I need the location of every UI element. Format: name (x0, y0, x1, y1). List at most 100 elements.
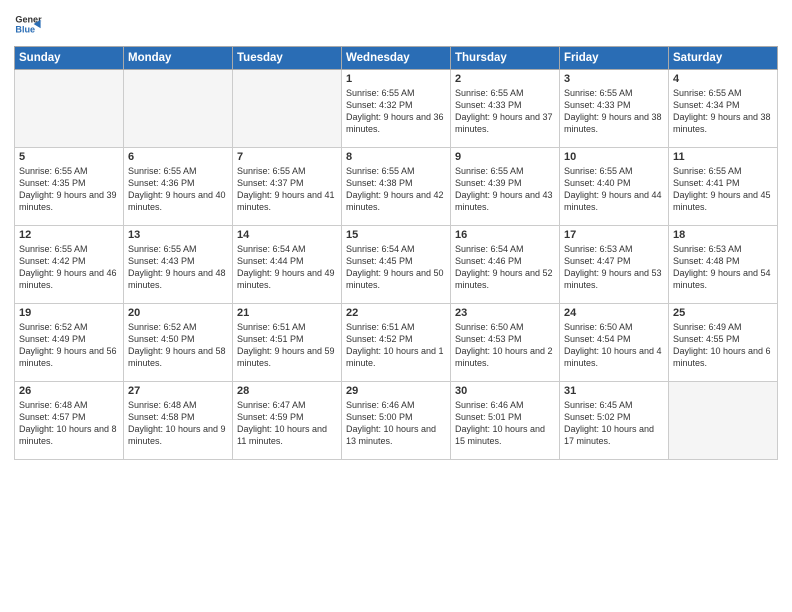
calendar-cell: 31Sunrise: 6:45 AM Sunset: 5:02 PM Dayli… (560, 382, 669, 460)
day-number: 1 (346, 73, 446, 85)
cell-content: Sunrise: 6:55 AM Sunset: 4:36 PM Dayligh… (128, 165, 228, 214)
cell-content: Sunrise: 6:55 AM Sunset: 4:35 PM Dayligh… (19, 165, 119, 214)
day-number: 23 (455, 307, 555, 319)
cell-content: Sunrise: 6:53 AM Sunset: 4:48 PM Dayligh… (673, 243, 773, 292)
calendar-cell: 20Sunrise: 6:52 AM Sunset: 4:50 PM Dayli… (124, 304, 233, 382)
col-header-thursday: Thursday (451, 47, 560, 70)
day-number: 15 (346, 229, 446, 241)
calendar-cell: 19 Sunrise: 6:52 AM Sunset: 4:49 PM Dayli… (15, 304, 124, 382)
week-row-4: 19 Sunrise: 6:52 AM Sunset: 4:49 PM Dayli… (15, 304, 778, 382)
calendar-cell: 24 Sunrise: 6:50 AM Sunset: 4:54 PM Dayli… (560, 304, 669, 382)
calendar-cell: 27 Sunrise: 6:48 AM Sunset: 4:58 PM Dayli… (124, 382, 233, 460)
calendar-cell (124, 70, 233, 148)
day-number: 14 (237, 229, 337, 241)
svg-text:Blue: Blue (15, 24, 35, 34)
calendar-cell: 5 Sunrise: 6:55 AM Sunset: 4:35 PM Daylig… (15, 148, 124, 226)
calendar-cell: 21 Sunrise: 6:51 AM Sunset: 4:51 PM Dayli… (233, 304, 342, 382)
day-number: 21 (237, 307, 337, 319)
cell-content: Sunrise: 6:55 AM Sunset: 4:34 PM Dayligh… (673, 87, 773, 136)
day-number: 12 (19, 229, 119, 241)
day-number: 27 (128, 385, 228, 397)
calendar-cell (669, 382, 778, 460)
day-number: 8 (346, 151, 446, 163)
cell-content: Sunrise: 6:45 AM Sunset: 5:02 PM Dayligh… (564, 399, 664, 448)
cell-content: Sunrise: 6:54 AM Sunset: 4:45 PM Dayligh… (346, 243, 446, 292)
cell-content: Sunrise: 6:53 AM Sunset: 4:47 PM Dayligh… (564, 243, 664, 292)
day-number: 28 (237, 385, 337, 397)
day-number: 11 (673, 151, 773, 163)
day-number: 16 (455, 229, 555, 241)
calendar-cell: 25 Sunrise: 6:49 AM Sunset: 4:55 PM Dayli… (669, 304, 778, 382)
cell-content: Sunrise: 6:50 AM Sunset: 4:53 PM Dayligh… (455, 321, 555, 370)
header: General Blue (14, 10, 778, 38)
day-number: 17 (564, 229, 664, 241)
col-header-sunday: Sunday (15, 47, 124, 70)
calendar-cell: 28Sunrise: 6:47 AM Sunset: 4:59 PM Dayli… (233, 382, 342, 460)
week-row-2: 5 Sunrise: 6:55 AM Sunset: 4:35 PM Daylig… (15, 148, 778, 226)
cell-content: Sunrise: 6:55 AM Sunset: 4:38 PM Dayligh… (346, 165, 446, 214)
cell-content: Sunrise: 6:55 AM Sunset: 4:41 PM Dayligh… (673, 165, 773, 214)
calendar-cell: 11 Sunrise: 6:55 AM Sunset: 4:41 PM Dayli… (669, 148, 778, 226)
day-number: 18 (673, 229, 773, 241)
day-number: 26 (19, 385, 119, 397)
calendar-cell: 17 Sunrise: 6:53 AM Sunset: 4:47 PM Dayli… (560, 226, 669, 304)
cell-content: Sunrise: 6:55 AM Sunset: 4:37 PM Dayligh… (237, 165, 337, 214)
day-number: 13 (128, 229, 228, 241)
day-number: 7 (237, 151, 337, 163)
cell-content: Sunrise: 6:46 AM Sunset: 5:00 PM Dayligh… (346, 399, 446, 448)
week-row-5: 26 Sunrise: 6:48 AM Sunset: 4:57 PM Dayli… (15, 382, 778, 460)
day-number: 20 (128, 307, 228, 319)
day-number: 6 (128, 151, 228, 163)
cell-content: Sunrise: 6:50 AM Sunset: 4:54 PM Dayligh… (564, 321, 664, 370)
calendar-cell: 22 Sunrise: 6:51 AM Sunset: 4:52 PM Dayli… (342, 304, 451, 382)
calendar-cell: 15 Sunrise: 6:54 AM Sunset: 4:45 PM Dayli… (342, 226, 451, 304)
day-number: 30 (455, 385, 555, 397)
cell-content: Sunrise: 6:55 AM Sunset: 4:43 PM Dayligh… (128, 243, 228, 292)
page-container: General Blue SundayMondayTuesdayWednesda… (0, 0, 792, 612)
calendar-cell (233, 70, 342, 148)
cell-content: Sunrise: 6:52 AM Sunset: 4:49 PM Dayligh… (19, 321, 119, 370)
day-number: 10 (564, 151, 664, 163)
day-number: 9 (455, 151, 555, 163)
cell-content: Sunrise: 6:55 AM Sunset: 4:32 PM Dayligh… (346, 87, 446, 136)
week-row-1: 1 Sunrise: 6:55 AM Sunset: 4:32 PM Daylig… (15, 70, 778, 148)
day-number: 5 (19, 151, 119, 163)
logo: General Blue (14, 10, 42, 38)
calendar-cell: 30Sunrise: 6:46 AM Sunset: 5:01 PM Dayli… (451, 382, 560, 460)
calendar-cell: 3Sunrise: 6:55 AM Sunset: 4:33 PM Daylig… (560, 70, 669, 148)
cell-content: Sunrise: 6:55 AM Sunset: 4:42 PM Dayligh… (19, 243, 119, 292)
calendar-cell: 7 Sunrise: 6:55 AM Sunset: 4:37 PM Daylig… (233, 148, 342, 226)
calendar-cell: 10Sunrise: 6:55 AM Sunset: 4:40 PM Dayli… (560, 148, 669, 226)
day-number: 4 (673, 73, 773, 85)
cell-content: Sunrise: 6:51 AM Sunset: 4:51 PM Dayligh… (237, 321, 337, 370)
cell-content: Sunrise: 6:48 AM Sunset: 4:57 PM Dayligh… (19, 399, 119, 448)
calendar-cell (15, 70, 124, 148)
calendar-table: SundayMondayTuesdayWednesdayThursdayFrid… (14, 46, 778, 460)
cell-content: Sunrise: 6:54 AM Sunset: 4:44 PM Dayligh… (237, 243, 337, 292)
cell-content: Sunrise: 6:48 AM Sunset: 4:58 PM Dayligh… (128, 399, 228, 448)
calendar-cell: 12 Sunrise: 6:55 AM Sunset: 4:42 PM Dayli… (15, 226, 124, 304)
week-row-3: 12 Sunrise: 6:55 AM Sunset: 4:42 PM Dayli… (15, 226, 778, 304)
calendar-cell: 23 Sunrise: 6:50 AM Sunset: 4:53 PM Dayli… (451, 304, 560, 382)
day-number: 29 (346, 385, 446, 397)
day-number: 19 (19, 307, 119, 319)
calendar-cell: 8 Sunrise: 6:55 AM Sunset: 4:38 PM Daylig… (342, 148, 451, 226)
calendar-cell: 1 Sunrise: 6:55 AM Sunset: 4:32 PM Daylig… (342, 70, 451, 148)
col-header-saturday: Saturday (669, 47, 778, 70)
calendar-cell: 16 Sunrise: 6:54 AM Sunset: 4:46 PM Dayli… (451, 226, 560, 304)
day-number: 3 (564, 73, 664, 85)
cell-content: Sunrise: 6:51 AM Sunset: 4:52 PM Dayligh… (346, 321, 446, 370)
cell-content: Sunrise: 6:55 AM Sunset: 4:39 PM Dayligh… (455, 165, 555, 214)
day-number: 24 (564, 307, 664, 319)
calendar-cell: 4 Sunrise: 6:55 AM Sunset: 4:34 PM Daylig… (669, 70, 778, 148)
cell-content: Sunrise: 6:49 AM Sunset: 4:55 PM Dayligh… (673, 321, 773, 370)
col-header-monday: Monday (124, 47, 233, 70)
calendar-cell: 26 Sunrise: 6:48 AM Sunset: 4:57 PM Dayli… (15, 382, 124, 460)
calendar-cell: 18 Sunrise: 6:53 AM Sunset: 4:48 PM Dayli… (669, 226, 778, 304)
cell-content: Sunrise: 6:54 AM Sunset: 4:46 PM Dayligh… (455, 243, 555, 292)
day-number: 25 (673, 307, 773, 319)
calendar-cell: 2Sunrise: 6:55 AM Sunset: 4:33 PM Daylig… (451, 70, 560, 148)
calendar-header-row: SundayMondayTuesdayWednesdayThursdayFrid… (15, 47, 778, 70)
day-number: 22 (346, 307, 446, 319)
calendar-cell: 9 Sunrise: 6:55 AM Sunset: 4:39 PM Daylig… (451, 148, 560, 226)
